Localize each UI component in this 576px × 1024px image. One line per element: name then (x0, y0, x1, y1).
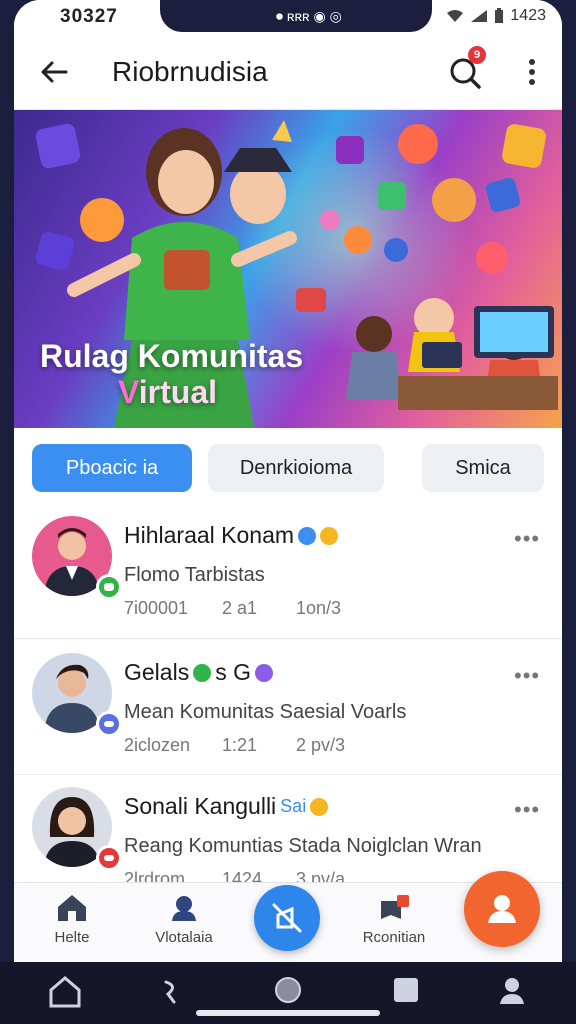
broadcast-button[interactable] (254, 885, 320, 951)
post-meta: 2lrdrom 1424 3 pv/a (124, 869, 345, 882)
green-badge-icon (193, 663, 212, 682)
back-arrow-icon[interactable] (36, 54, 72, 90)
status-time-left: 30327 (60, 6, 118, 27)
bottom-navigation: Helte Vlotalaia Rconitian (14, 871, 562, 962)
nav-notifications-label: Rconitian (362, 929, 426, 946)
post-author-name: Sonali Kangulli (124, 793, 277, 819)
live-status-icon (96, 845, 122, 871)
system-account-icon[interactable] (496, 974, 528, 1010)
post-meta: 2iclozen 1:21 2 pv/3 (124, 735, 345, 756)
gold-badge-icon (320, 526, 339, 545)
post-author: Hihlaraal Konam (124, 522, 339, 549)
post-feed: Hihlaraal Konam Flomo Tarbistas 7i00001 … (14, 510, 562, 882)
post-author-name: Gelals (124, 659, 190, 685)
signal-icon (471, 10, 488, 22)
app-bar: Riobrnudisia 9 (14, 34, 562, 110)
nav-profile[interactable]: Vlotalaia (144, 893, 224, 946)
wifi-icon (447, 10, 464, 22)
hero-banner[interactable]: Rulag Komunitas Virtual (14, 110, 562, 428)
post-author-suffix: Sai (280, 796, 307, 816)
system-back-icon[interactable] (160, 974, 184, 1010)
system-home-icon[interactable] (46, 974, 84, 1010)
post-meta-count: 2 pv/3 (296, 735, 346, 755)
post-more-icon[interactable]: ••• (514, 526, 540, 552)
tab-second[interactable]: Denrkioioma (208, 444, 384, 492)
online-status-icon (96, 574, 122, 600)
system-navigation-bar (0, 962, 576, 1024)
person-icon (172, 896, 196, 921)
page-title: Riobrnudisia (112, 56, 268, 87)
hero-title-line1: Rulag Komunitas (40, 338, 304, 374)
system-recents-circle-icon[interactable] (272, 974, 304, 1010)
profile-icon (488, 895, 516, 923)
hero-illustration (35, 120, 558, 428)
post-meta-time: 1:21 (222, 735, 258, 755)
tab-active[interactable]: Pboacic ia (32, 444, 192, 492)
filter-tabs: Pboacic ia Denrkioioma Smica (14, 428, 562, 510)
broadcast-off-icon (272, 903, 302, 933)
nav-home-label: Helte (54, 929, 90, 946)
battery-icon (495, 8, 504, 23)
post-meta-count: 3 pv/a (296, 869, 346, 882)
hero-title-accent: V (118, 374, 139, 410)
post-meta-date: 2lrdrom (124, 869, 186, 882)
post-more-icon[interactable]: ••• (514, 663, 540, 689)
status-time-right: 1423 (510, 7, 546, 24)
nav-profile-label: Vlotalaia (155, 929, 213, 946)
list-item[interactable]: Gelals s G Mean Komunitas Saesial Voarls… (14, 638, 562, 774)
post-author-name: Hihlaraal Konam (124, 522, 295, 548)
post-meta: 7i00001 2 a1 1on/3 (124, 598, 341, 619)
post-author: Sonali Kangulli Sai (124, 793, 329, 820)
home-icon (58, 895, 86, 921)
more-vertical-icon[interactable] (522, 56, 542, 88)
post-text: Reang Komuntias Stada Noiglclan Wran (124, 835, 482, 857)
list-item[interactable]: Sonali Kangulli Sai Reang Komuntias Stad… (14, 774, 562, 882)
tab-third[interactable]: Smica (422, 444, 544, 492)
post-more-icon[interactable]: ••• (514, 797, 540, 823)
post-meta-count: 1on/3 (296, 598, 342, 618)
nav-home[interactable]: Helte (42, 893, 102, 946)
post-text: Flomo Tarbistas (124, 564, 265, 586)
post-meta-date: 2iclozen (124, 735, 191, 755)
notification-icon (381, 895, 409, 919)
post-text: Mean Komunitas Saesial Voarls (124, 701, 407, 723)
post-meta-time: 1424 (222, 869, 263, 882)
status-center-icons: ⏺ ʀʀʀ ◉ ◎ (276, 8, 342, 24)
discord-status-icon (96, 711, 122, 737)
post-author-suffix: s G (215, 659, 251, 685)
post-meta-time: 2 a1 (222, 598, 258, 618)
verified-badge-icon (298, 526, 317, 545)
post-meta-date: 7i00001 (124, 598, 189, 618)
gold-badge-icon (310, 797, 329, 816)
app-screen: 30327 ⏺ ʀʀʀ ◉ ◎ 1423 Riobrnudisia 9 Rula… (14, 0, 562, 962)
list-item[interactable]: Hihlaraal Konam Flomo Tarbistas 7i00001 … (14, 510, 562, 646)
purple-badge-icon (254, 663, 273, 682)
hero-title-rest: irtual (138, 374, 217, 410)
post-author: Gelals s G (124, 659, 273, 686)
nav-notifications[interactable]: Rconitian (356, 893, 432, 946)
home-indicator (196, 1010, 380, 1016)
status-bar: 30327 ⏺ ʀʀʀ ◉ ◎ 1423 (14, 0, 562, 34)
hero-title-line2: Virtual (118, 374, 217, 411)
notification-badge: 9 (468, 46, 486, 64)
status-right: 1423 (446, 7, 546, 25)
system-square-icon[interactable] (392, 974, 420, 1010)
profile-fab-button[interactable] (464, 871, 540, 947)
